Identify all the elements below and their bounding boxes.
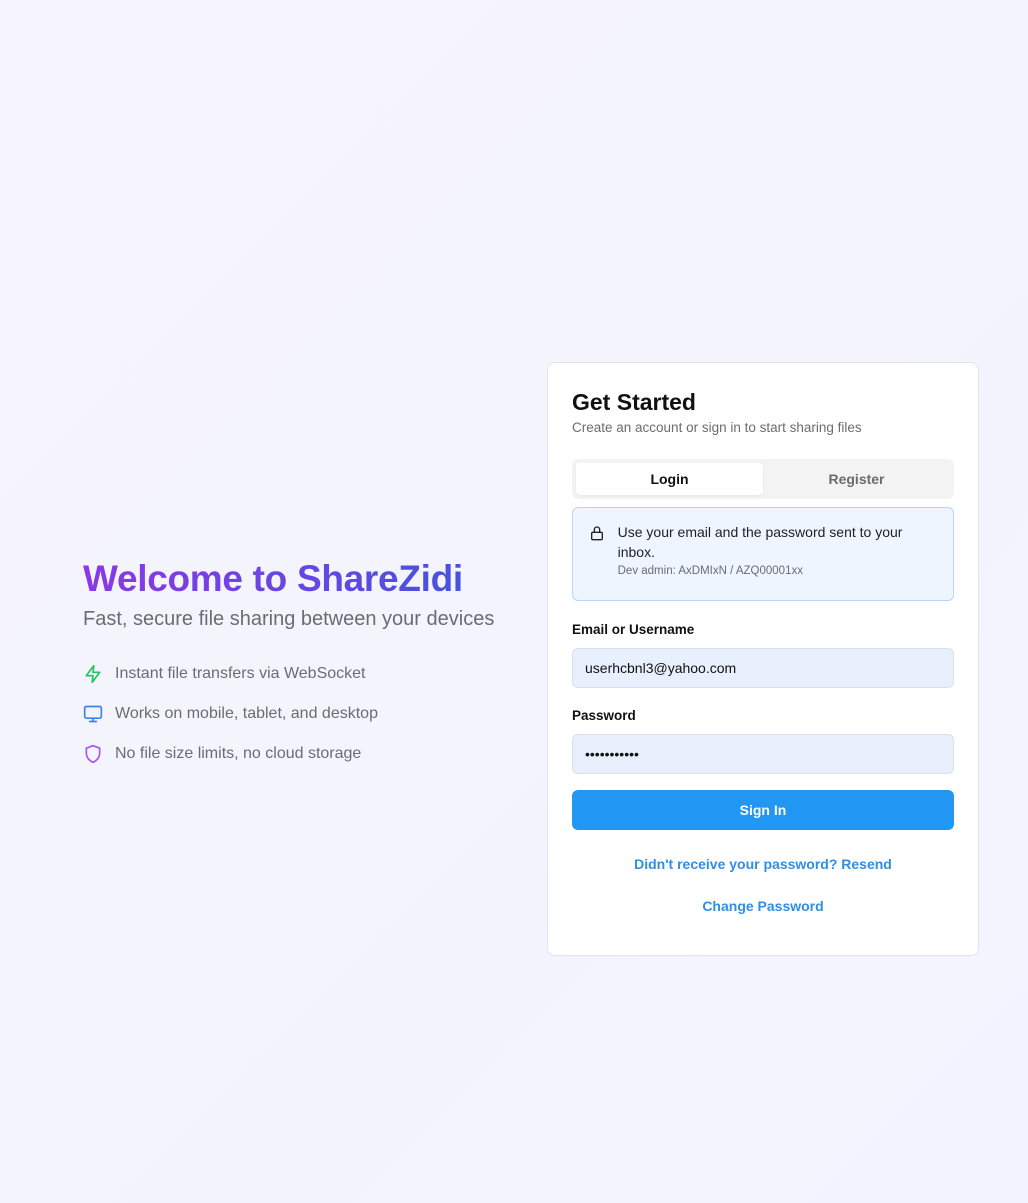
- feature-list: Instant file transfers via WebSocket Wor…: [83, 654, 523, 774]
- hero-title: Welcome to ShareZidi: [83, 556, 523, 602]
- feature-text: Works on mobile, tablet, and desktop: [115, 705, 378, 722]
- monitor-icon: [83, 704, 103, 724]
- tab-login[interactable]: Login: [576, 463, 763, 495]
- dev-admin-hint: Dev admin: AxDMIxN / AZQ00001xx: [617, 565, 803, 577]
- auth-tabs: Login Register: [572, 459, 954, 499]
- info-notice: Use your email and the password sent to …: [572, 507, 954, 601]
- feature-text: Instant file transfers via WebSocket: [115, 665, 366, 682]
- feature-item: No file size limits, no cloud storage: [83, 734, 523, 774]
- resend-password-link[interactable]: Didn't receive your password? Resend: [572, 856, 954, 872]
- hero-subtitle: Fast, secure file sharing between your d…: [83, 608, 495, 630]
- password-field[interactable]: [572, 734, 954, 774]
- card-subtitle: Create an account or sign in to start sh…: [572, 420, 862, 435]
- lightning-icon: [83, 664, 103, 684]
- shield-icon: [83, 744, 103, 764]
- sign-in-button[interactable]: Sign In: [572, 790, 954, 830]
- email-field[interactable]: [572, 648, 954, 688]
- email-label: Email or Username: [572, 622, 695, 637]
- feature-item: Works on mobile, tablet, and desktop: [83, 694, 523, 734]
- feature-text: No file size limits, no cloud storage: [115, 745, 362, 762]
- change-password-link[interactable]: Change Password: [572, 898, 954, 914]
- card-title: Get Started: [572, 389, 696, 415]
- password-label: Password: [572, 708, 636, 723]
- notice-text: Use your email and the password sent to …: [617, 524, 903, 560]
- feature-item: Instant file transfers via WebSocket: [83, 654, 523, 694]
- welcome-hero: Welcome to ShareZidi Fast, secure file s…: [83, 556, 523, 774]
- lock-icon: [589, 522, 607, 600]
- tab-register[interactable]: Register: [763, 463, 950, 495]
- auth-card: Get Started Create an account or sign in…: [547, 362, 979, 956]
